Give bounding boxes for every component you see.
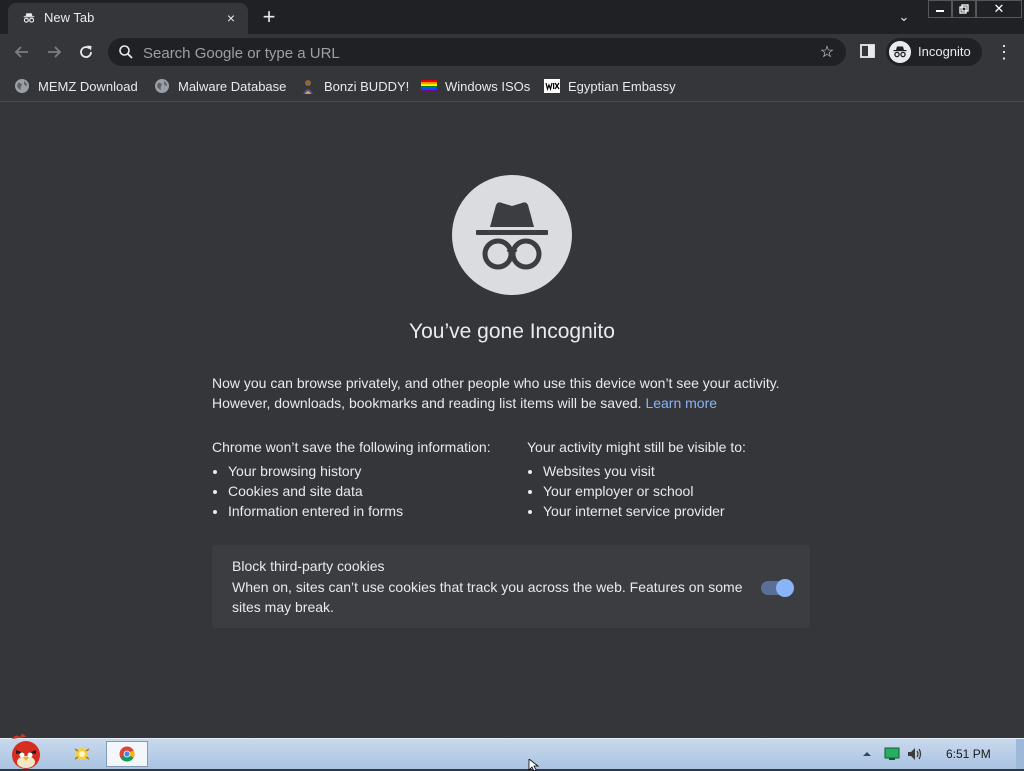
minimize-icon [936, 10, 944, 12]
intro-text: Now you can browse privately, and other … [212, 373, 812, 413]
incognito-hero [452, 175, 572, 295]
list-item: Cookies and site data [228, 481, 512, 501]
wont-save-column: Chrome won’t save the following informat… [212, 437, 512, 521]
wont-save-title: Chrome won’t save the following informat… [212, 439, 491, 455]
profile-button[interactable]: Incognito [886, 38, 982, 66]
back-arrow-icon [14, 46, 28, 58]
restore-icon [959, 4, 969, 14]
bonzi-icon [303, 80, 313, 94]
bookmark-windows-isos[interactable]: Windows ISOs [421, 75, 530, 97]
incognito-avatar-icon [889, 41, 911, 63]
list-item: Your internet service provider [543, 501, 812, 521]
restore-button[interactable] [952, 0, 976, 18]
intro-line-1: Now you can browse privately, and other … [212, 375, 780, 391]
taskbar: 6:51 PM [0, 734, 1024, 771]
incognito-hat-glasses-icon [476, 202, 548, 270]
profile-label: Incognito [918, 44, 971, 59]
reload-button[interactable] [74, 40, 98, 64]
bookmark-label: Malware Database [178, 78, 287, 94]
tray-expand-icon[interactable] [862, 749, 872, 759]
globe-icon [15, 79, 29, 93]
bookmark-label: MEMZ Download [38, 78, 138, 94]
wix-icon [544, 79, 560, 93]
cookie-description: When on, sites can’t use cookies that tr… [232, 579, 743, 615]
list-item: Your browsing history [228, 461, 512, 481]
bookmark-bonzi-buddy[interactable]: Bonzi BUDDY! [300, 75, 409, 97]
still-visible-column: Your activity might still be visible to:… [527, 437, 812, 521]
menu-kebab-icon[interactable]: ⋮ [994, 40, 1014, 64]
bookmark-label: Bonzi BUDDY! [324, 78, 410, 94]
show-desktop-button[interactable] [1016, 739, 1024, 769]
tab-close-icon[interactable]: × [222, 9, 240, 27]
new-tab-button[interactable]: + [258, 6, 280, 28]
omnibox[interactable]: ☆ [108, 38, 846, 66]
list-item: Your employer or school [543, 481, 812, 501]
still-visible-list: Websites you visit Your employer or scho… [527, 461, 812, 521]
bookmark-label: Windows ISOs [445, 78, 531, 94]
taskbar-clock[interactable]: 6:51 PM [946, 747, 991, 761]
tab-search-icon[interactable]: ⌄ [894, 8, 914, 26]
bookmark-star-icon[interactable]: ☆ [818, 43, 836, 61]
bookmark-egyptian-embassy[interactable]: Egyptian Embassy [544, 75, 676, 97]
address-input[interactable] [141, 42, 785, 64]
mouse-cursor-icon [528, 759, 540, 771]
forward-arrow-icon [48, 46, 62, 58]
quick-launch-icon[interactable] [72, 744, 92, 764]
still-visible-title: Your activity might still be visible to: [527, 439, 746, 455]
system-tray [856, 739, 1024, 769]
bookmark-malware-database[interactable]: Malware Database [154, 75, 286, 97]
tab-title: New Tab [44, 10, 95, 25]
incognito-icon [23, 13, 35, 23]
globe-icon [155, 79, 169, 93]
bookmark-memz-download[interactable]: MEMZ Download [14, 75, 138, 97]
tab-new-tab[interactable]: New Tab × [8, 3, 248, 34]
back-button[interactable] [10, 40, 34, 64]
tab-strip: New Tab × + ⌄ ✕ [0, 0, 1024, 34]
forward-button[interactable] [42, 40, 66, 64]
learn-more-link[interactable]: Learn more [645, 395, 717, 411]
window-controls: ✕ [928, 0, 1024, 18]
rainbow-flag-icon [421, 80, 437, 92]
taskbar-chrome-button[interactable] [106, 741, 148, 767]
block-cookies-toggle[interactable] [761, 579, 794, 597]
toggle-knob [776, 579, 794, 597]
side-panel-icon[interactable] [858, 41, 878, 61]
reload-icon [80, 45, 92, 58]
intro-line-2: However, downloads, bookmarks and readin… [212, 395, 642, 411]
cookie-controls-card: Block third-party cookies When on, sites… [212, 545, 810, 628]
list-item: Information entered in forms [228, 501, 512, 521]
bookmark-label: Egyptian Embassy [568, 78, 676, 94]
list-item: Websites you visit [543, 461, 812, 481]
cookie-title: Block third-party cookies [232, 558, 385, 574]
toolbar: ☆ Incognito ⋮ [0, 34, 1024, 70]
search-icon [119, 45, 133, 59]
network-icon[interactable] [884, 747, 900, 761]
page-heading: You’ve gone Incognito [409, 320, 615, 343]
minimize-button[interactable] [928, 0, 952, 18]
chrome-icon [119, 746, 135, 762]
wont-save-list: Your browsing history Cookies and site d… [212, 461, 512, 521]
angry-bird-start-icon[interactable] [2, 731, 50, 769]
close-button[interactable]: ✕ [976, 0, 1022, 18]
volume-icon[interactable] [906, 746, 924, 762]
bookmarks-bar: MEMZ Download Malware Database Bonzi BUD… [0, 70, 1024, 102]
